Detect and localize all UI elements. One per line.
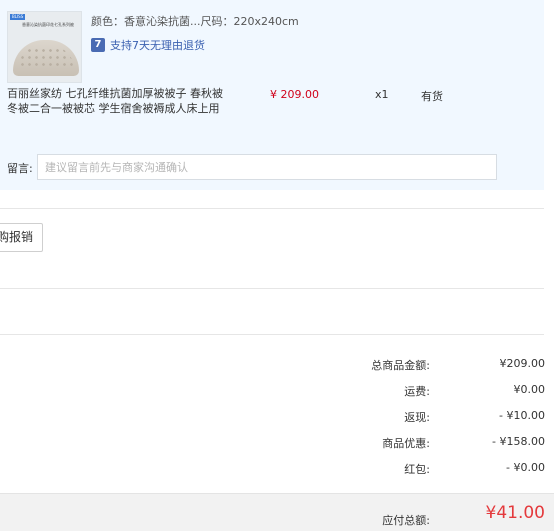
thumbnail-caption: 香意沁染抗菌印花七孔系列被 <box>22 22 74 27</box>
summary-label-red-packet: 红包: <box>404 463 430 476</box>
section-divider <box>0 288 544 289</box>
reimbursement-button[interactable]: 购报销 <box>0 223 44 252</box>
summary-value-red-packet: - ¥0.00 <box>506 461 545 474</box>
stock-status: 有货 <box>421 90 443 103</box>
summary-value-subtotal: ¥209.00 <box>499 357 546 370</box>
summary-label-shipping: 运费: <box>404 385 430 398</box>
summary-value-cashback: - ¥10.00 <box>499 409 545 422</box>
seven-day-return-icon: 7 <box>91 38 105 52</box>
product-thumbnail[interactable]: BLISS 香意沁染抗菌印花七孔系列被 <box>7 11 82 83</box>
product-quantity: x1 <box>375 88 389 101</box>
summary-label-discount: 商品优惠: <box>382 437 430 450</box>
total-label: 应付总额: <box>382 514 430 527</box>
product-price: ¥ 209.00 <box>270 88 319 101</box>
summary-label-cashback: 返现: <box>404 411 430 424</box>
total-bar: 应付总额: ¥41.00 <box>0 493 554 531</box>
quilt-image <box>13 40 79 76</box>
summary-label-subtotal: 总商品金额: <box>371 359 430 372</box>
product-spec: 颜色：香意沁染抗菌...尺码：220x240cm <box>91 15 299 28</box>
section-divider <box>0 208 544 209</box>
total-amount: ¥41.00 <box>485 503 545 523</box>
refund-policy-text[interactable]: 支持7天无理由退货 <box>110 37 205 53</box>
message-input[interactable] <box>37 154 497 180</box>
message-label: 留言: <box>7 162 33 175</box>
refund-policy[interactable]: 7 支持7天无理由退货 <box>91 37 205 53</box>
summary-value-shipping: ¥0.00 <box>513 383 546 396</box>
summary-value-discount: - ¥158.00 <box>492 435 545 448</box>
thumbnail-brand-badge: BLISS <box>10 14 26 20</box>
product-title[interactable]: 百丽丝家纺 七孔纤维抗菌加厚被被子 春秋被冬被二合一被被芯 学生宿舍被褥成人床上… <box>7 86 232 116</box>
section-divider <box>0 334 544 335</box>
order-item-panel: BLISS 香意沁染抗菌印花七孔系列被 颜色：香意沁染抗菌...尺码：220x2… <box>0 0 544 190</box>
